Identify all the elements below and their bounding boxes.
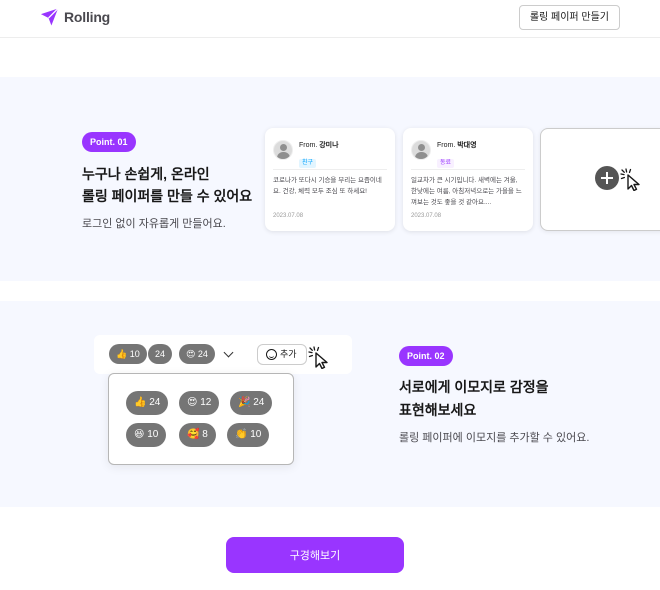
add-message-card[interactable] xyxy=(540,128,660,231)
card-header: From. 강미나 친구 xyxy=(273,140,387,170)
point-02-title-line-1: 서로에게 이모지로 감정을 xyxy=(399,379,549,395)
click-cursor-icon xyxy=(308,346,328,369)
card-date: 2023.07.08 xyxy=(273,213,304,219)
logo[interactable]: Rolling xyxy=(40,8,110,26)
reaction-chip[interactable]: 😆 10 xyxy=(126,423,167,447)
card-date: 2023.07.08 xyxy=(411,213,442,219)
add-emoji-label: 추가 xyxy=(280,349,297,359)
reaction-chip[interactable]: 👍 10 xyxy=(109,344,147,364)
reaction-chip[interactable]: 👍 24 xyxy=(126,391,169,415)
explore-button[interactable]: 구경해보기 xyxy=(226,537,404,573)
point-01-badge: Point. 01 xyxy=(82,132,136,152)
message-card[interactable]: From. 박대영 동료 일교차가 큰 시기입니다. 새벽에는 겨울, 한낮에는… xyxy=(403,128,533,231)
point-02-title-line-2: 표현해보세요 xyxy=(399,402,477,418)
point-02-section: 👍 10 24 😍 24 추가 👍 24 😍 12 🎉 24 😆 10 🥰 8 … xyxy=(0,301,660,507)
create-rolling-paper-button[interactable]: 롤링 페이퍼 만들기 xyxy=(518,5,620,30)
point-01-description: 로그인 없이 자유롭게 만들어요. xyxy=(82,218,226,230)
emoji-reaction-panel: 👍 24 😍 12 🎉 24 😆 10 🥰 8 👏 10 xyxy=(108,373,294,465)
avatar xyxy=(273,140,293,160)
reaction-chip[interactable]: 🥰 8 xyxy=(179,423,216,447)
reaction-chip[interactable]: 😍 24 xyxy=(179,344,215,364)
point-01-title-line-1: 누구나 손쉽게, 온라인 xyxy=(82,166,210,182)
emoji-reaction-bar: 👍 10 24 😍 24 추가 xyxy=(94,335,352,374)
point-02-badge: Point. 02 xyxy=(399,346,453,366)
click-cursor-icon xyxy=(620,168,640,191)
relationship-badge: 친구 xyxy=(299,159,317,168)
message-card[interactable]: From. 강미나 친구 코로나가 또다시 기승을 부리는 요즘이네요. 건강,… xyxy=(265,128,395,231)
avatar xyxy=(411,140,431,160)
chevron-down-icon[interactable] xyxy=(223,347,234,358)
reaction-chip[interactable]: 😍 12 xyxy=(179,391,220,415)
card-sender: From. 박대영 xyxy=(437,142,477,149)
point-02-description: 롤링 페이퍼에 이모지를 추가할 수 있어요. xyxy=(399,432,590,444)
card-sender: From. 강미나 xyxy=(299,142,339,149)
reaction-chip[interactable]: 🎉 24 xyxy=(230,391,273,415)
card-message: 코로나가 또다시 기승을 부리는 요즘이네요. 건강, 체력 모두 조심 또 하… xyxy=(273,177,382,195)
point-01-title-line-2: 롤링 페이퍼를 만들 수 있어요 xyxy=(82,188,253,204)
point-01-section: Point. 01 누구나 손쉽게, 온라인 롤링 페이퍼를 만들 수 있어요 … xyxy=(0,77,660,281)
header: Rolling 롤링 페이퍼 만들기 xyxy=(0,0,660,38)
card-header: From. 박대영 동료 xyxy=(411,140,525,170)
reaction-chip[interactable]: 24 xyxy=(148,344,173,364)
paper-plane-icon xyxy=(40,8,59,26)
plus-circle-icon[interactable] xyxy=(595,166,619,190)
add-emoji-button[interactable]: 추가 xyxy=(257,344,307,365)
card-message: 일교차가 큰 시기입니다. 새벽에는 겨울, 한낮에는 여름, 아침저녁으로는 … xyxy=(411,177,522,206)
relationship-badge: 동료 xyxy=(437,159,455,168)
reaction-chip[interactable]: 👏 10 xyxy=(227,423,270,447)
smile-icon xyxy=(266,349,277,360)
brand-name: Rolling xyxy=(64,9,111,25)
